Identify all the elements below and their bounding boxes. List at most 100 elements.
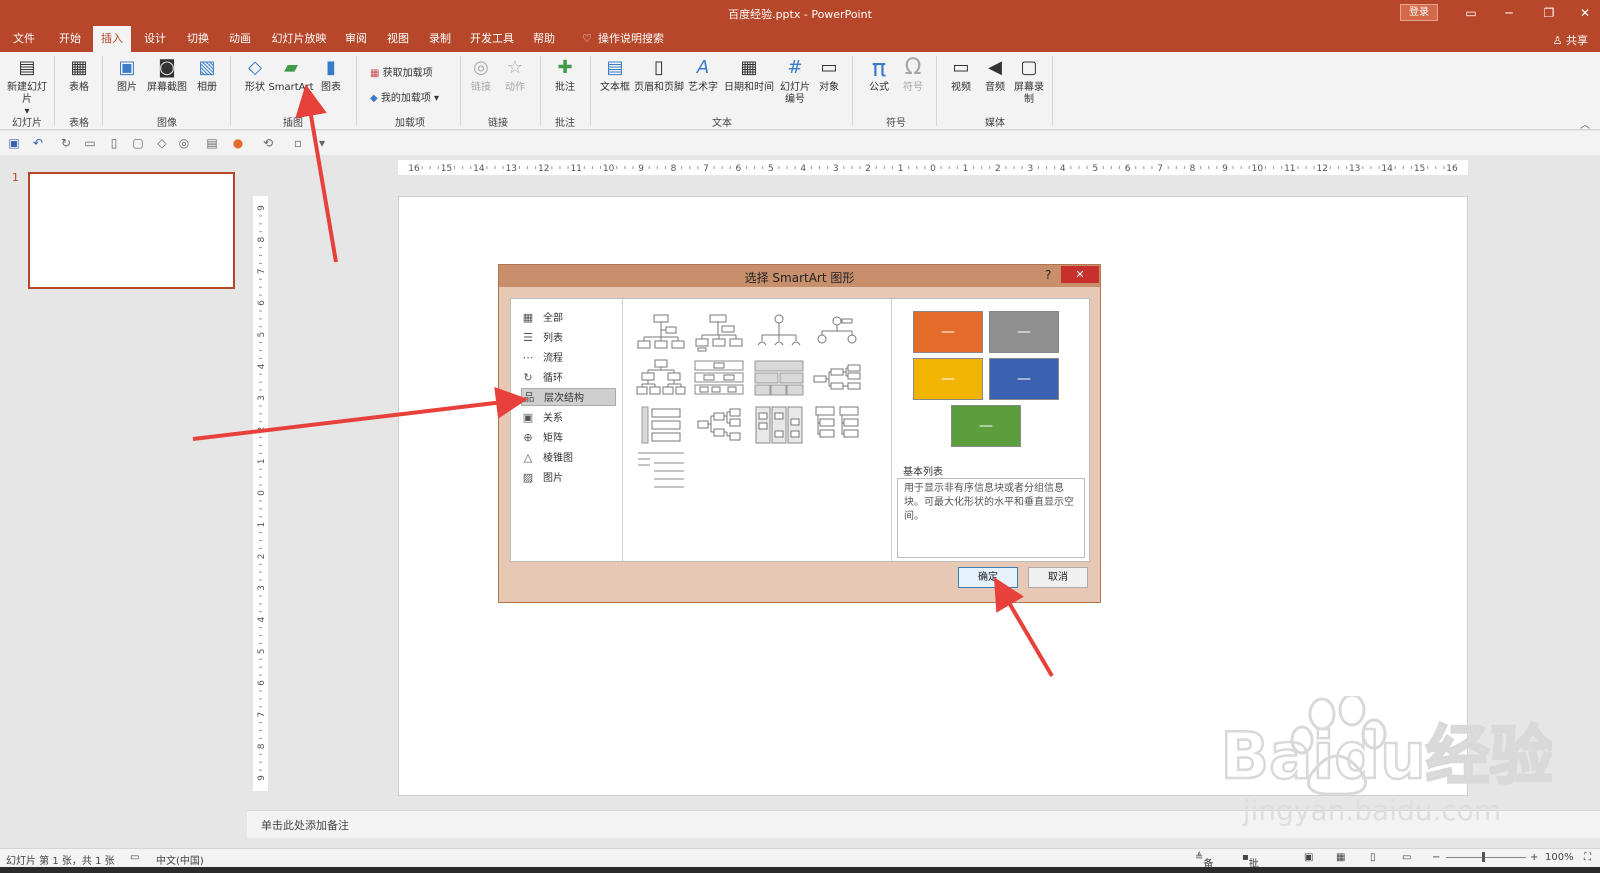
- layout-circle-picture-hierarchy[interactable]: [812, 313, 862, 353]
- login-button[interactable]: 登录: [1400, 4, 1438, 21]
- customize-qat-icon[interactable]: ▾: [314, 135, 330, 151]
- close-window-icon[interactable]: ✕: [1570, 3, 1600, 23]
- tab-home[interactable]: 开始: [54, 26, 86, 52]
- object-button[interactable]: ▭ 对象: [812, 56, 846, 94]
- slide-sorter-icon[interactable]: ▦: [1336, 852, 1345, 863]
- minimize-icon[interactable]: ─: [1494, 3, 1524, 23]
- category-pyramid[interactable]: △ 棱锥图: [521, 449, 616, 467]
- ruler-tick-label: 4: [257, 363, 267, 369]
- shape-qat-icon[interactable]: ◇: [154, 135, 170, 151]
- comment-button[interactable]: ✚ 批注: [548, 56, 582, 94]
- comments-toggle[interactable]: ▪ 批注: [1242, 852, 1259, 870]
- layout-half-circle-org-chart[interactable]: [754, 313, 804, 353]
- layout-name-title-org-chart[interactable]: [694, 313, 744, 353]
- ribbon-display-icon[interactable]: ▭: [1456, 3, 1486, 23]
- link-button[interactable]: ◎ 链接: [466, 56, 496, 94]
- layout-architecture[interactable]: [754, 405, 804, 445]
- picture-button[interactable]: ▣ 图片: [110, 56, 144, 94]
- zoom-out-icon[interactable]: −: [1432, 852, 1440, 863]
- zoom-level[interactable]: 100%: [1545, 852, 1574, 863]
- fill-color-icon[interactable]: ●: [230, 135, 246, 151]
- slideshow-view-icon[interactable]: ▭: [1402, 852, 1411, 863]
- start-from-beginning-icon[interactable]: ▭: [82, 135, 98, 151]
- screen-recording-button[interactable]: ▢ 屏幕录制: [1012, 56, 1046, 106]
- undo-icon[interactable]: ↶: [30, 135, 46, 151]
- tab-animations[interactable]: 动画: [224, 26, 256, 52]
- category-all[interactable]: ▦ 全部: [521, 309, 616, 327]
- layout-hierarchy-list[interactable]: [812, 405, 862, 445]
- spellcheck-icon[interactable]: ▭: [130, 852, 139, 863]
- video-button[interactable]: ▭ 视频: [944, 56, 978, 94]
- chart-button[interactable]: ▮ 图表: [314, 56, 348, 94]
- screenshot-button[interactable]: ◙ 屏幕截图: [144, 56, 190, 94]
- help-icon[interactable]: ?: [1045, 268, 1051, 282]
- textbox-button[interactable]: ▤ 文本框: [598, 56, 632, 94]
- language[interactable]: 中文(中国): [156, 852, 204, 867]
- notes-toggle[interactable]: ≜ 备注: [1195, 852, 1213, 870]
- equation-button[interactable]: π 公式: [862, 56, 896, 94]
- category-process[interactable]: ⋯ 流程: [521, 349, 616, 367]
- tab-slideshow[interactable]: 幻灯片放映: [268, 26, 330, 52]
- share-button[interactable]: ♙ 共享: [1553, 32, 1588, 48]
- shapes-button[interactable]: ◇ 形状: [238, 56, 272, 94]
- datetime-button[interactable]: ▦ 日期和时间: [722, 56, 776, 94]
- align-icon[interactable]: ▤: [204, 135, 220, 151]
- dialog-close-button[interactable]: ✕: [1061, 266, 1099, 283]
- tell-me-search[interactable]: 操作说明搜索: [598, 26, 664, 52]
- layout-vertical-bracket-list[interactable]: [636, 405, 686, 445]
- reading-view-icon[interactable]: ▯: [1370, 852, 1376, 863]
- collapse-ribbon-icon[interactable]: ︿: [1580, 116, 1590, 131]
- photo-album-button[interactable]: ▧ 相册: [190, 56, 224, 94]
- layout-org-chart[interactable]: [636, 313, 686, 353]
- get-addins-button[interactable]: ▦ 获取加载项: [370, 64, 433, 79]
- zoom-slider[interactable]: [1446, 857, 1526, 858]
- tab-design[interactable]: 设计: [139, 26, 171, 52]
- slide-number-button[interactable]: # 幻灯片编号: [778, 56, 812, 106]
- group-icon[interactable]: ▫: [290, 135, 306, 151]
- wordart-button[interactable]: A 艺术字: [686, 56, 720, 94]
- slide-thumbnail[interactable]: [28, 172, 235, 289]
- zoom-slider-thumb[interactable]: [1482, 852, 1485, 862]
- tab-insert[interactable]: 插入: [93, 26, 131, 52]
- action-button[interactable]: ☆ 动作: [500, 56, 530, 94]
- arrange-icon[interactable]: ◎: [176, 135, 192, 151]
- category-hierarchy[interactable]: 品层次结构: [521, 388, 616, 406]
- tab-help[interactable]: 帮助: [528, 26, 560, 52]
- fit-slide-icon[interactable]: ⛶: [1584, 852, 1591, 863]
- restore-icon[interactable]: ❐: [1534, 3, 1564, 23]
- new-slide-qat-icon[interactable]: ▢: [130, 135, 146, 151]
- new-slide-button[interactable]: ▤ 新建幻灯片 ▾: [6, 56, 48, 118]
- tab-review[interactable]: 审阅: [340, 26, 372, 52]
- ok-button[interactable]: 确定: [958, 567, 1018, 588]
- symbol-button[interactable]: Ω 符号: [896, 56, 930, 94]
- document-icon[interactable]: ▯: [106, 135, 122, 151]
- save-icon[interactable]: ▣: [6, 135, 22, 151]
- category-matrix[interactable]: ⊕ 矩阵: [521, 429, 616, 447]
- zoom-in-icon[interactable]: +: [1530, 852, 1538, 863]
- tab-transitions[interactable]: 切换: [182, 26, 214, 52]
- normal-view-icon[interactable]: ▣: [1304, 852, 1313, 863]
- layout-horizontal-hierarchy[interactable]: [812, 359, 862, 399]
- header-footer-button[interactable]: ▯ 页眉和页脚: [632, 56, 686, 94]
- category-picture[interactable]: ▨ 图片: [521, 469, 616, 487]
- audio-button[interactable]: ◀ 音频: [978, 56, 1012, 94]
- table-button[interactable]: ▦ 表格: [62, 56, 96, 94]
- rotate-icon[interactable]: ⟲: [260, 135, 276, 151]
- category-label: 图片: [543, 473, 563, 484]
- category-list-item[interactable]: ☰ 列表: [521, 329, 616, 347]
- smartart-button[interactable]: ▰ SmartArt: [268, 56, 314, 94]
- layout-labeled-hierarchy[interactable]: [694, 359, 744, 399]
- category-relationship[interactable]: ▣ 关系: [521, 409, 616, 427]
- cancel-button[interactable]: 取消: [1028, 567, 1088, 588]
- tab-record[interactable]: 录制: [424, 26, 456, 52]
- layout-horizontal-multi-level[interactable]: [694, 405, 744, 445]
- tab-view[interactable]: 视图: [382, 26, 414, 52]
- layout-hierarchy[interactable]: [636, 359, 686, 399]
- tab-file[interactable]: 文件: [8, 26, 40, 52]
- tab-developer[interactable]: 开发工具: [466, 26, 518, 52]
- layout-table-hierarchy[interactable]: [754, 359, 804, 399]
- my-addins-button[interactable]: ◆ 我的加载项 ▾: [370, 89, 439, 104]
- layout-lined-list[interactable]: [636, 451, 686, 491]
- redo-icon[interactable]: ↻: [58, 135, 74, 151]
- category-cycle[interactable]: ↻ 循环: [521, 369, 616, 387]
